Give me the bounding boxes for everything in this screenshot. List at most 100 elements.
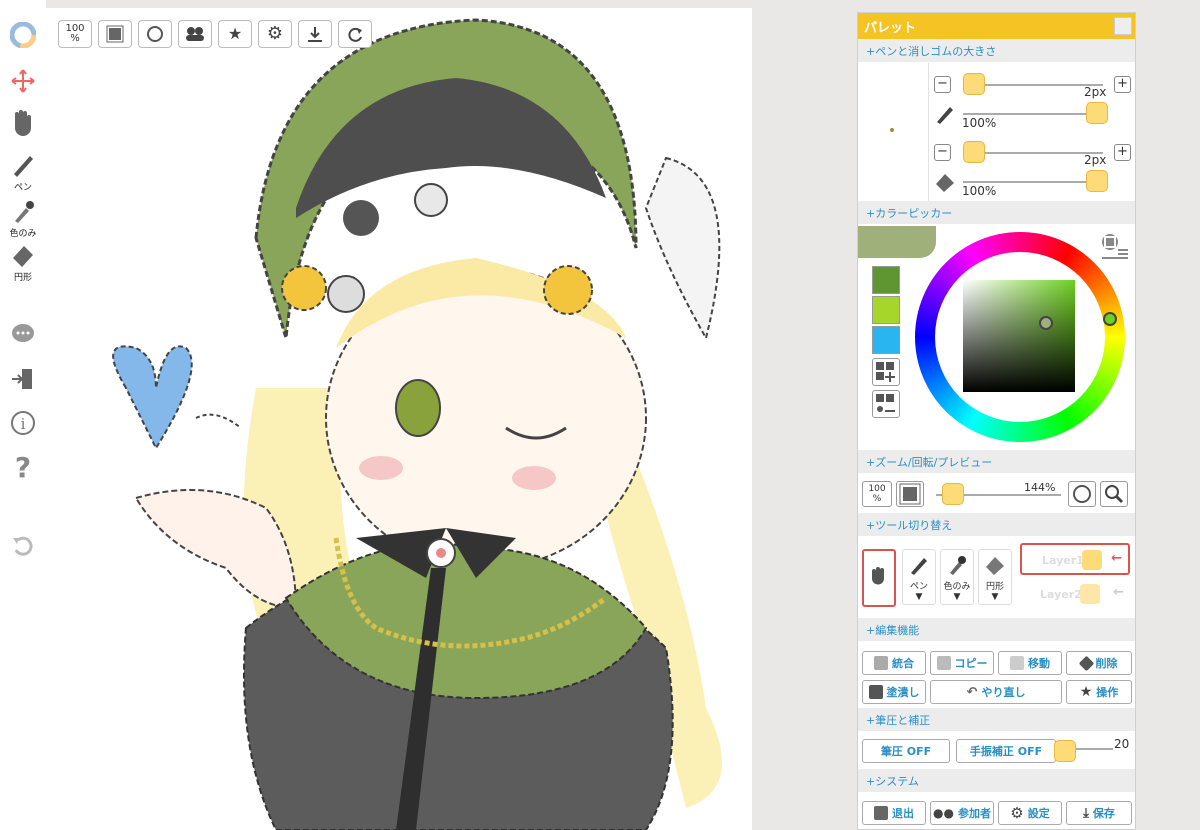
section-edit[interactable]: +編集機能 <box>858 618 1135 641</box>
exit-button[interactable]: 退出 <box>862 801 926 825</box>
layer-1[interactable]: Layer1 ← <box>1020 543 1130 575</box>
pen-size-minus[interactable]: − <box>934 76 951 93</box>
rotate-reset-button[interactable] <box>138 20 172 48</box>
section-system[interactable]: +システム <box>858 769 1135 792</box>
layer-2[interactable]: Layer2 ← <box>1020 579 1130 611</box>
help-icon[interactable]: ? <box>4 451 42 486</box>
fit-screen-icon <box>106 25 124 43</box>
zoom-knob[interactable] <box>942 483 964 505</box>
current-color <box>858 226 936 258</box>
tool-color-label: 色のみ <box>943 582 971 592</box>
circle-label: 円形 <box>13 273 32 283</box>
participants-panel-button[interactable]: ●● 参加者 <box>930 801 994 825</box>
delete-icon <box>1078 655 1094 671</box>
pressure-toggle[interactable]: 筆圧 OFF <box>862 739 950 763</box>
color-mode-button[interactable] <box>1098 232 1132 264</box>
hand-icon[interactable] <box>4 108 42 142</box>
pen-opacity-knob[interactable] <box>1086 102 1108 124</box>
copy-button[interactable]: コピー <box>930 651 994 675</box>
pen-tool[interactable]: ペン <box>4 152 42 193</box>
tool-hand[interactable] <box>862 549 896 607</box>
eraser-size-plus[interactable]: + <box>1114 144 1131 161</box>
pen-size-knob[interactable] <box>963 73 985 95</box>
section-pressure[interactable]: +筆圧と補正 <box>858 708 1135 731</box>
settings-label: 設定 <box>1027 807 1050 820</box>
layer-2-knob[interactable] <box>1080 584 1100 604</box>
chat-icon[interactable] <box>4 322 42 350</box>
hue-ring[interactable] <box>915 232 1125 442</box>
eraser-size-minus[interactable]: − <box>934 144 951 161</box>
eraser-size-knob[interactable] <box>963 141 985 163</box>
info-icon[interactable]: i <box>4 410 42 440</box>
pen-icon <box>911 558 927 575</box>
swatch-2[interactable] <box>872 296 900 324</box>
tool-dropper[interactable]: 色のみ ▼ <box>940 549 974 605</box>
copy-label: コピー <box>954 657 988 670</box>
palette-close-button[interactable] <box>1114 17 1132 35</box>
delete-button[interactable]: 削除 <box>1066 651 1132 675</box>
merge-button[interactable]: 統合 <box>862 651 926 675</box>
exit-icon[interactable] <box>4 366 42 396</box>
exit-label: 退出 <box>892 807 914 820</box>
operations-button[interactable]: ★ 操作 <box>1066 680 1132 704</box>
redo-icon <box>348 27 362 42</box>
tool-pen[interactable]: ペン ▼ <box>902 549 936 605</box>
swap-swatch-icon <box>876 394 895 412</box>
redo-button[interactable] <box>338 20 372 48</box>
save-button[interactable]: ⤓ 保存 <box>1066 801 1132 825</box>
settings-panel-button[interactable]: ⚙ 設定 <box>998 801 1062 825</box>
zoom-reset-panel-button[interactable]: 100% <box>862 481 892 507</box>
favorite-button[interactable]: ★ <box>218 20 252 48</box>
swatch-3[interactable] <box>872 326 900 354</box>
layer-1-arrow-icon: ← <box>1111 551 1122 566</box>
pen-opacity-slider[interactable] <box>963 113 1103 115</box>
preview-button[interactable] <box>1100 481 1128 507</box>
zoom-btn-pct: % <box>872 494 882 504</box>
layer-1-knob[interactable] <box>1082 550 1102 570</box>
eraser-tool[interactable]: 円形 <box>4 242 42 283</box>
tool-pen-arrow: ▼ <box>915 592 923 602</box>
dropper-tool[interactable]: 色のみ <box>4 198 42 239</box>
move-label: 移動 <box>1028 657 1050 670</box>
undo-icon[interactable] <box>4 532 42 562</box>
zoom-reset-button[interactable]: 100% <box>58 20 92 48</box>
add-swatch-button[interactable] <box>872 358 900 386</box>
stabilizer-toggle[interactable]: 手振補正 OFF <box>956 739 1056 763</box>
eraser-opacity-slider[interactable] <box>963 181 1103 183</box>
color-wheel-icon[interactable] <box>4 21 42 52</box>
swatch-1[interactable] <box>872 266 900 294</box>
color-cursor[interactable] <box>1039 316 1053 330</box>
pen-size-value: 2px <box>1084 85 1107 99</box>
redo-label: やり直し <box>981 686 1026 699</box>
merge-label: 統合 <box>892 657 914 670</box>
palette-panel: パレット +ペンと消しゴムの大きさ − + 2px 100% − + 2px 1… <box>857 12 1136 830</box>
section-zoom[interactable]: +ズーム/回転/プレビュー <box>858 450 1135 473</box>
fit-panel-button[interactable] <box>896 481 924 507</box>
download-button[interactable] <box>298 20 332 48</box>
section-tool-switch[interactable]: +ツール切り替え <box>858 513 1135 536</box>
participants-button[interactable] <box>178 20 212 48</box>
pen-opacity-value: 100% <box>962 116 997 130</box>
rotate-panel-button[interactable] <box>1068 481 1096 507</box>
fill-button[interactable]: 塗潰し <box>862 680 926 704</box>
redo-panel-button[interactable]: ↶ やり直し <box>930 680 1062 704</box>
fit-panel-icon <box>899 483 921 505</box>
eraser-opacity-knob[interactable] <box>1086 170 1108 192</box>
swap-swatch-button[interactable] <box>872 390 900 418</box>
gear-icon: ⚙ <box>1010 804 1024 822</box>
saturation-box[interactable] <box>963 280 1075 392</box>
move-icon[interactable] <box>4 68 42 98</box>
palette-title-bar[interactable]: パレット <box>858 13 1135 39</box>
tool-eraser[interactable]: 円形 ▼ <box>978 549 1012 605</box>
section-color-picker[interactable]: +カラーピッカー <box>858 201 1135 224</box>
hue-cursor[interactable] <box>1103 312 1117 326</box>
fit-screen-button[interactable] <box>98 20 132 48</box>
svg-text:?: ? <box>15 452 31 482</box>
move-button[interactable]: 移動 <box>998 651 1062 675</box>
drawing-canvas[interactable] <box>46 8 752 830</box>
settings-button[interactable]: ⚙ <box>258 20 292 48</box>
gear-icon: ⚙ <box>266 23 284 44</box>
stabilizer-knob[interactable] <box>1054 740 1076 762</box>
section-pen-size[interactable]: +ペンと消しゴムの大きさ <box>858 39 1135 62</box>
pen-size-plus[interactable]: + <box>1114 76 1131 93</box>
